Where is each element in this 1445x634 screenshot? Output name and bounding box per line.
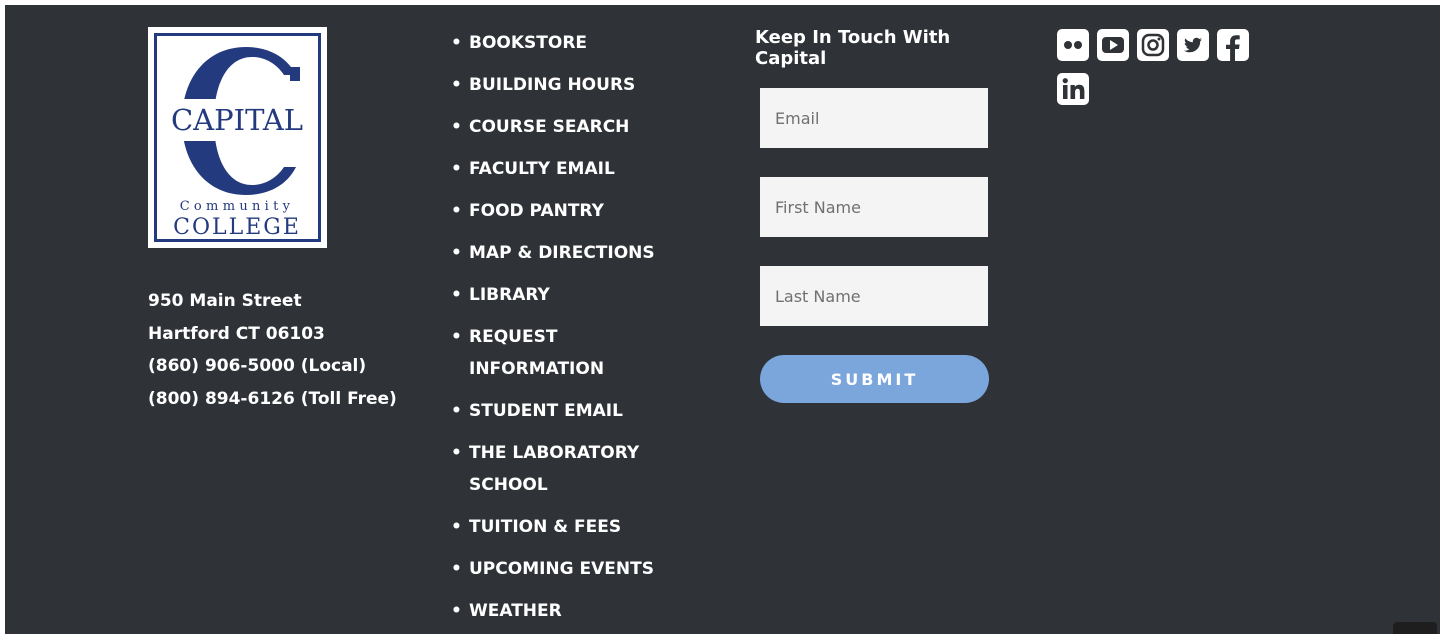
flickr-icon[interactable]: [1057, 29, 1089, 61]
address-city: Hartford CT 06103: [148, 323, 325, 344]
link-map-directions[interactable]: MAP & DIRECTIONS: [451, 237, 655, 269]
email-field[interactable]: [760, 88, 988, 148]
link-student-email[interactable]: STUDENT EMAIL: [451, 395, 655, 427]
link-laboratory-school[interactable]: THE LABORATORY SCHOOL: [451, 437, 649, 501]
logo-text-college: COLLEGE: [173, 215, 301, 240]
scroll-to-top-tab[interactable]: [1393, 622, 1437, 634]
logo-text-capital: CAPITAL: [171, 103, 303, 137]
link-course-search[interactable]: COURSE SEARCH: [451, 111, 655, 143]
social-icons: [1057, 29, 1257, 117]
first-name-field[interactable]: [760, 177, 988, 237]
facebook-icon[interactable]: [1217, 29, 1249, 61]
quick-links-list: BOOKSTORE BUILDING HOURS COURSE SEARCH F…: [451, 27, 655, 634]
submit-button[interactable]: SUBMIT: [760, 355, 989, 403]
link-bookstore[interactable]: BOOKSTORE: [451, 27, 655, 59]
phone-toll-free[interactable]: (800) 894-6126 (Toll Free): [148, 383, 397, 416]
link-weather[interactable]: WEATHER: [451, 595, 655, 627]
address-block: 950 Main Street Hartford CT 06103 (860) …: [148, 285, 397, 415]
linkedin-icon[interactable]: [1057, 73, 1089, 105]
link-request-information[interactable]: REQUEST INFORMATION: [451, 321, 619, 385]
form-title: Keep In Touch With Capital: [755, 27, 951, 69]
link-tuition-fees[interactable]: TUITION & FEES: [451, 511, 655, 543]
last-name-field[interactable]: [760, 266, 988, 326]
link-faculty-email[interactable]: FACULTY EMAIL: [451, 153, 655, 185]
youtube-icon[interactable]: [1097, 29, 1129, 61]
college-logo[interactable]: CAPITAL Community COLLEGE: [148, 27, 327, 248]
link-food-pantry[interactable]: FOOD PANTRY: [451, 195, 655, 227]
link-building-hours[interactable]: BUILDING HOURS: [451, 69, 655, 101]
phone-local[interactable]: (860) 906-5000 (Local): [148, 350, 397, 383]
link-library[interactable]: LIBRARY: [451, 279, 655, 311]
twitter-icon[interactable]: [1177, 29, 1209, 61]
instagram-icon[interactable]: [1137, 29, 1169, 61]
address-street: 950 Main Street: [148, 291, 302, 311]
site-footer: CAPITAL Community COLLEGE 950 Main Stree…: [5, 5, 1440, 634]
logo-text-community: Community: [180, 199, 295, 214]
logo-graphic: CAPITAL Community COLLEGE: [162, 47, 312, 240]
link-upcoming-events[interactable]: UPCOMING EVENTS: [451, 553, 655, 585]
